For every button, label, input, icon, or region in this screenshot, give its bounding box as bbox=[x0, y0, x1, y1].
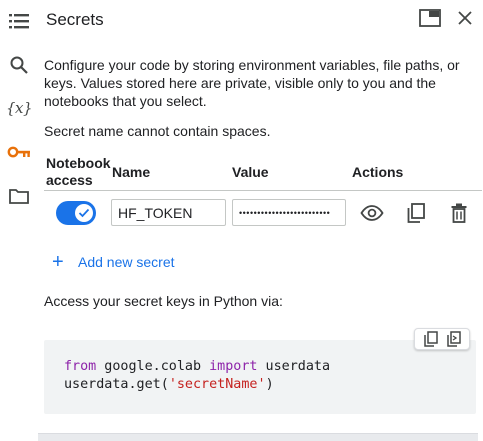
open-in-tab-icon[interactable] bbox=[418, 6, 442, 30]
header-name: Name bbox=[112, 164, 151, 180]
header-actions: Actions bbox=[352, 164, 404, 180]
code-module: google.colab bbox=[96, 359, 210, 374]
code-imported-name: userdata bbox=[257, 359, 331, 374]
code-copy-toolbar bbox=[414, 328, 470, 350]
notebook-access-toggle[interactable] bbox=[56, 201, 96, 225]
code-keyword-from: from bbox=[64, 359, 97, 374]
access-instructions: Access your secret keys in Python via: bbox=[44, 293, 283, 309]
add-new-secret-label: Add new secret bbox=[78, 254, 175, 270]
secret-name-note: Secret name cannot contain spaces. bbox=[44, 123, 271, 139]
code-line-2: userdata.get('secretName') bbox=[64, 377, 274, 392]
folder-icon[interactable] bbox=[7, 184, 31, 208]
variables-glyph: {x} bbox=[5, 99, 33, 117]
code-call-prefix: userdata.get( bbox=[64, 377, 169, 392]
toggle-knob bbox=[75, 204, 93, 222]
code-snippet: from google.colab import userdata userda… bbox=[44, 340, 476, 414]
copy-value-icon[interactable] bbox=[404, 201, 428, 225]
code-keyword-import: import bbox=[209, 359, 258, 374]
panel-description: Configure your code by storing environme… bbox=[44, 57, 460, 109]
side-rail: {x} bbox=[0, 0, 38, 441]
variables-icon[interactable]: {x} bbox=[5, 96, 33, 120]
secret-value-input[interactable] bbox=[232, 199, 346, 226]
plus-icon: + bbox=[52, 251, 64, 273]
code-string: 'secretName' bbox=[168, 377, 266, 392]
secret-name-input[interactable] bbox=[111, 199, 226, 226]
close-icon[interactable] bbox=[453, 6, 477, 30]
code-call-suffix: ) bbox=[265, 377, 274, 392]
delete-icon[interactable] bbox=[447, 201, 471, 225]
header-value: Value bbox=[232, 164, 269, 180]
search-icon[interactable] bbox=[7, 53, 31, 77]
key-icon[interactable] bbox=[7, 140, 31, 164]
add-new-secret-button[interactable]: + Add new secret bbox=[52, 251, 175, 273]
show-value-icon[interactable] bbox=[360, 201, 384, 225]
panel-title: Secrets bbox=[46, 10, 104, 29]
header-notebook-access: Notebook access bbox=[46, 155, 111, 188]
check-icon bbox=[78, 208, 90, 218]
insert-code-icon[interactable] bbox=[444, 329, 464, 349]
table-of-contents-icon[interactable] bbox=[7, 9, 31, 33]
table-header-divider bbox=[44, 190, 482, 191]
code-line-1: from google.colab import userdata bbox=[64, 359, 330, 374]
copy-code-icon[interactable] bbox=[421, 329, 441, 349]
bottom-scroll-area bbox=[38, 433, 478, 441]
